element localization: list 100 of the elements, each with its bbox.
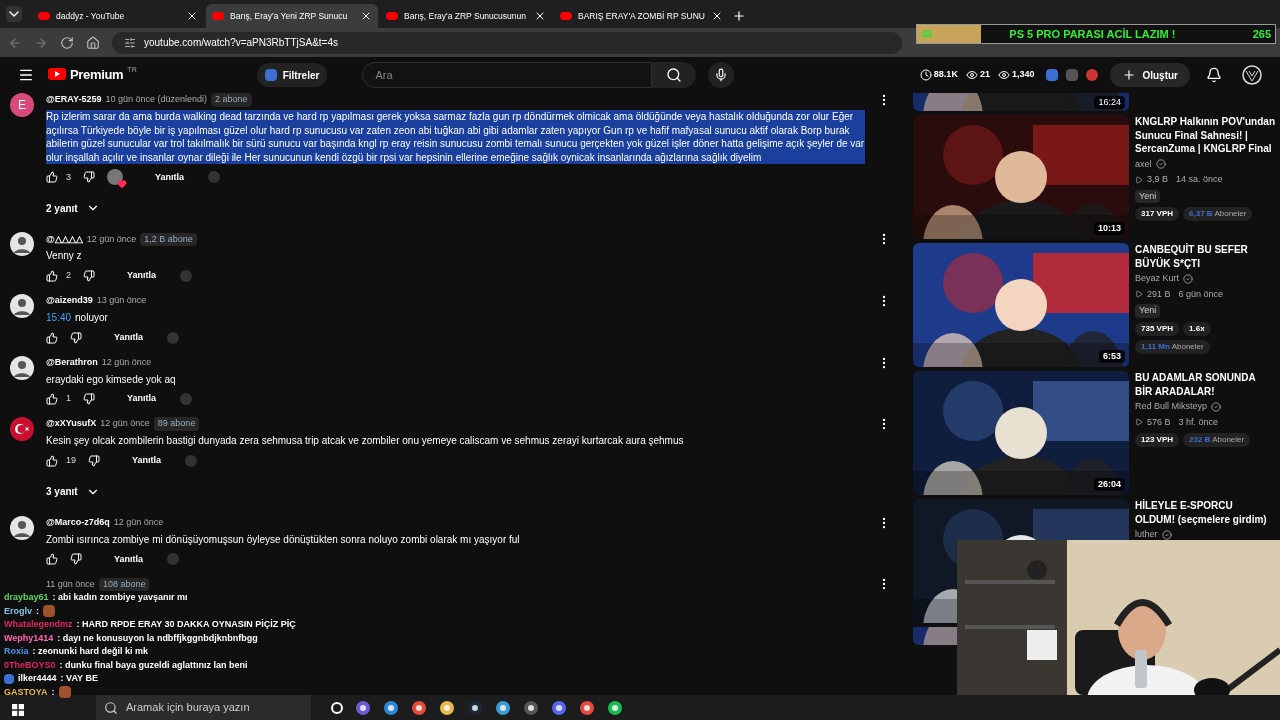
comment-author[interactable]: @ERAY-5259 (46, 93, 102, 107)
reply-button[interactable]: Yanıtla (123, 392, 161, 406)
reply-button[interactable]: Yanıtla (110, 330, 147, 345)
chat-message: : (51, 685, 55, 699)
stat-value: 21 (979, 68, 990, 82)
stat-chip: 735 VPH (1135, 321, 1180, 336)
comment-time: 12 gün önce (100, 417, 150, 431)
like-count: 3 (66, 170, 71, 184)
chat-message: : dunku final baya guzeldi aglattınız lan beni (59, 658, 248, 672)
avatar-icon[interactable] (1242, 65, 1262, 85)
close-icon[interactable] (186, 10, 198, 22)
like-count: 2 (66, 269, 71, 283)
channel-name[interactable]: Red Bull Miksteyp (1135, 400, 1208, 414)
avatar-icon[interactable] (10, 417, 34, 442)
reply-button[interactable]: Yanıtla (128, 454, 166, 468)
video-title[interactable]: HİLEYLE E-SPORCU OLDUM! (seçmelere girdim) (1135, 499, 1275, 526)
channel-name[interactable]: luther (1135, 528, 1158, 542)
app-icon[interactable] (355, 699, 371, 716)
video-title[interactable]: CANBEQUİT BU SEFER BÜYÜK S*ÇTI (1135, 243, 1275, 270)
clock-icon (919, 69, 932, 81)
comment-author[interactable]: @△△△△ (46, 232, 83, 247)
forward-icon[interactable] (34, 35, 48, 50)
close-icon[interactable] (360, 10, 372, 22)
like-icon[interactable] (46, 331, 58, 344)
reply-button[interactable]: Yanıtla (123, 269, 161, 283)
channel-name[interactable]: Beyaz Kurt (1135, 272, 1180, 286)
chat-username: draybay61 (4, 591, 49, 604)
dislike-icon[interactable] (83, 393, 95, 406)
video-title[interactable]: KNGLRP Halkının POV'undan Sunucu Final Sahnesi! | SercanZuma | KNGLRP Final (1135, 115, 1275, 156)
comment-text: 15:40 noluyor (46, 310, 109, 325)
voice-search-button[interactable] (708, 62, 735, 88)
replies-toggle[interactable]: 2 yanıt (46, 199, 100, 218)
upload-age: 14 sa. önce (1176, 173, 1223, 186)
comment-author[interactable]: @Berathron (46, 355, 98, 370)
avatar-icon[interactable] (10, 232, 34, 257)
dislike-icon[interactable] (83, 171, 95, 184)
tab-search-icon[interactable] (6, 6, 22, 22)
create-button[interactable]: Oluştur (1110, 63, 1190, 87)
reload-icon[interactable] (60, 35, 74, 50)
taskbar-search-field[interactable]: Aramak için buraya yazın (96, 695, 311, 720)
notification-icon[interactable] (1206, 67, 1222, 83)
app-icon[interactable] (495, 699, 511, 716)
browser-tab[interactable]: Barış, Eray'a Yeni ZRP Sunucu (206, 4, 378, 28)
subscriber-badge: 1,2 B abone (140, 232, 197, 247)
comment-author[interactable]: @xXYusufX (46, 417, 97, 431)
play-icon (1135, 175, 1143, 184)
search-field[interactable]: Ara (362, 62, 653, 88)
chat-message: : zeonunki hard değil ki mk (32, 645, 149, 658)
extension-icon[interactable] (1086, 69, 1099, 81)
dislike-icon[interactable] (88, 454, 100, 467)
chat-username: Roxia (4, 645, 29, 658)
like-icon[interactable] (46, 454, 58, 467)
like-icon[interactable] (46, 553, 58, 566)
search-button[interactable] (652, 62, 697, 88)
timestamp-link[interactable]: 15:40 (46, 311, 72, 323)
task-view-icon[interactable] (331, 701, 343, 714)
chat-message: : abi kadın zombiye yavşanır mı (52, 591, 188, 604)
chat-message: : (36, 604, 39, 618)
comment-text: eraydaki ego kimsede yok aq (46, 372, 177, 387)
site-info-icon[interactable] (124, 36, 136, 49)
app-icon[interactable] (523, 699, 539, 716)
comment-author[interactable]: @aizend39 (46, 294, 93, 308)
avatar-icon[interactable] (10, 355, 34, 380)
extension-icon[interactable] (1046, 69, 1059, 81)
reply-button[interactable]: Yanıtla (151, 170, 189, 185)
browser-tab[interactable]: BARIŞ ERAY'A ZOMBİ RP SUNU (554, 4, 726, 28)
avatar-icon[interactable] (10, 293, 34, 318)
reply-button[interactable]: Yanıtla (110, 552, 147, 567)
stat-chip: 317 VPH (1135, 207, 1180, 221)
home-icon[interactable] (86, 35, 100, 50)
close-icon[interactable] (534, 10, 546, 22)
video-title[interactable]: BU ADAMLAR SONUNDA BİR ARADALAR! (1135, 371, 1275, 398)
comment-time: 10 gün önce (düzenlendi) (105, 93, 208, 107)
avatar[interactable]: E (10, 93, 34, 117)
browser-tab[interactable]: Barış, Eray'a ZRP Sunucusunun (380, 4, 552, 28)
windows-icon[interactable] (12, 704, 24, 716)
comment-time: 12 gün önce (113, 516, 164, 529)
replies-toggle[interactable]: 3 yanıt (46, 482, 100, 501)
browser-tab[interactable]: daddyz - YouTube (32, 4, 204, 28)
like-icon[interactable] (46, 171, 58, 184)
filter-button[interactable]: Filtreler (256, 63, 328, 87)
new-badge: Yeni (1135, 304, 1161, 318)
comment-time: 12 gün önce (86, 232, 137, 246)
like-icon[interactable] (46, 393, 58, 406)
like-icon[interactable] (46, 269, 58, 282)
channel-name[interactable]: axel (1135, 157, 1152, 171)
back-icon[interactable] (8, 35, 22, 50)
avatar-icon[interactable] (10, 515, 34, 540)
dislike-icon[interactable] (83, 269, 95, 282)
menu-icon[interactable] (18, 67, 34, 83)
dislike-icon[interactable] (70, 331, 82, 344)
new-tab-icon[interactable] (732, 9, 746, 23)
like-count: 1 (66, 392, 71, 406)
plus-icon (1122, 68, 1137, 82)
comment-author[interactable]: @Marco-z7d6q (46, 516, 110, 530)
extension-icon[interactable] (1066, 69, 1079, 81)
dislike-icon[interactable] (70, 553, 82, 566)
comment-text: Venny z (46, 249, 83, 263)
address-field[interactable]: youtube.com/watch?v=aPN3RbTTjSA&t=4s (112, 31, 902, 54)
like-count: 19 (66, 454, 76, 467)
